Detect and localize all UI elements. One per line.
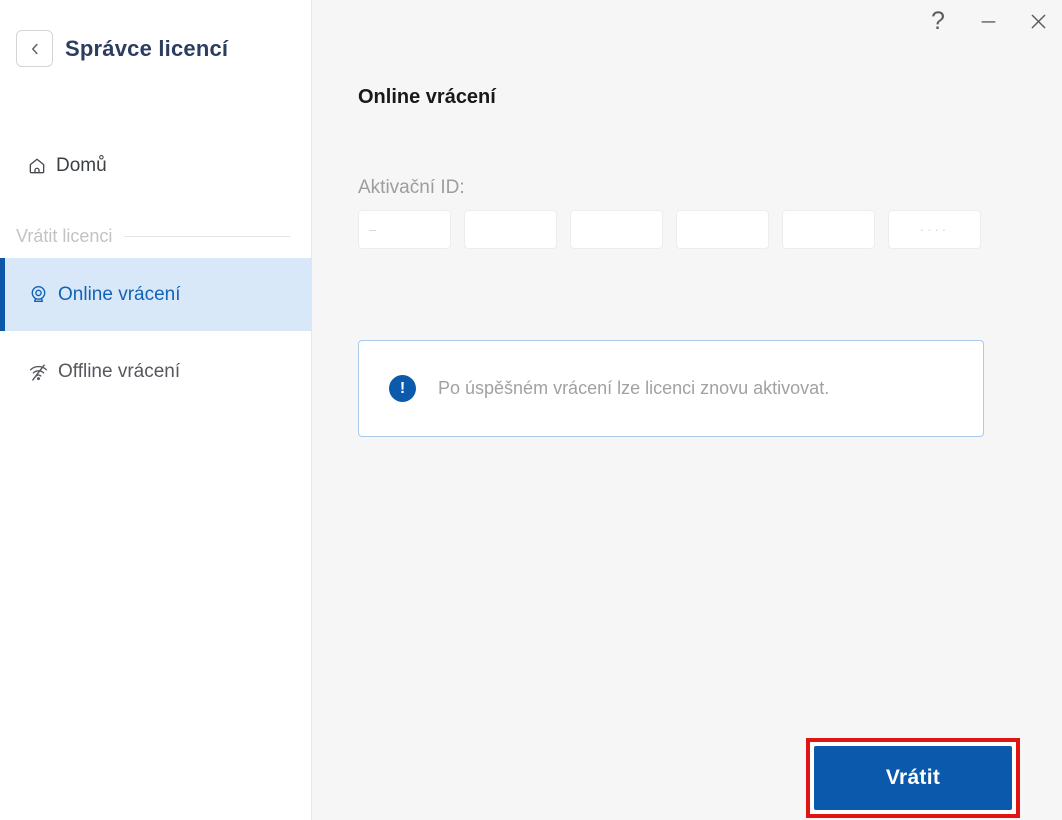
section-label: Vrátit licenci	[16, 226, 113, 246]
activation-id-segment-3[interactable]	[570, 210, 663, 249]
back-button[interactable]	[16, 30, 53, 67]
home-icon	[27, 156, 47, 176]
sidebar-item-home[interactable]: Domů	[27, 150, 287, 182]
sidebar-item-label: Domů	[56, 155, 107, 176]
activation-id-segment-4[interactable]	[676, 210, 769, 249]
window-controls: ?	[926, 6, 1050, 36]
info-banner: ! Po úspěšném vrácení lze licenci znovu …	[358, 340, 984, 437]
activation-id-segment-6[interactable]	[888, 210, 981, 249]
section-divider	[124, 236, 290, 237]
close-icon[interactable]	[1026, 6, 1050, 36]
header: Správce licencí	[16, 30, 228, 67]
sidebar-item-label: Offline vrácení	[58, 361, 181, 382]
activation-id-segment-2[interactable]	[464, 210, 557, 249]
highlight-annotation: Vrátit	[806, 738, 1020, 818]
return-button[interactable]: Vrátit	[814, 746, 1012, 810]
activation-id-inputs	[358, 210, 981, 249]
sidebar-item-online-return[interactable]: Online vrácení	[0, 258, 312, 331]
sidebar-item-label: Online vrácení	[58, 283, 181, 305]
webcam-online-icon	[28, 284, 49, 305]
sidebar: Správce licencí Domů Vrátit licenci Onli…	[0, 0, 312, 820]
info-exclamation-icon: !	[389, 375, 416, 402]
activation-id-segment-5[interactable]	[782, 210, 875, 249]
info-banner-text: Po úspěšném vrácení lze licenci znovu ak…	[438, 378, 830, 398]
sidebar-section-return-license: Vrátit licenci	[16, 226, 290, 247]
sidebar-item-offline-return[interactable]: Offline vrácení	[0, 340, 312, 404]
license-manager-window: Správce licencí Domů Vrátit licenci Onli…	[0, 0, 1062, 820]
minimize-icon[interactable]	[976, 6, 1000, 36]
activation-id-segment-1[interactable]	[358, 210, 451, 249]
page-title: Správce licencí	[65, 35, 229, 61]
wifi-off-icon	[28, 362, 49, 383]
chevron-left-icon	[26, 40, 44, 58]
activation-id-label: Aktivační ID:	[358, 177, 465, 198]
content-heading: Online vrácení	[358, 86, 496, 108]
help-icon[interactable]: ?	[926, 6, 950, 36]
